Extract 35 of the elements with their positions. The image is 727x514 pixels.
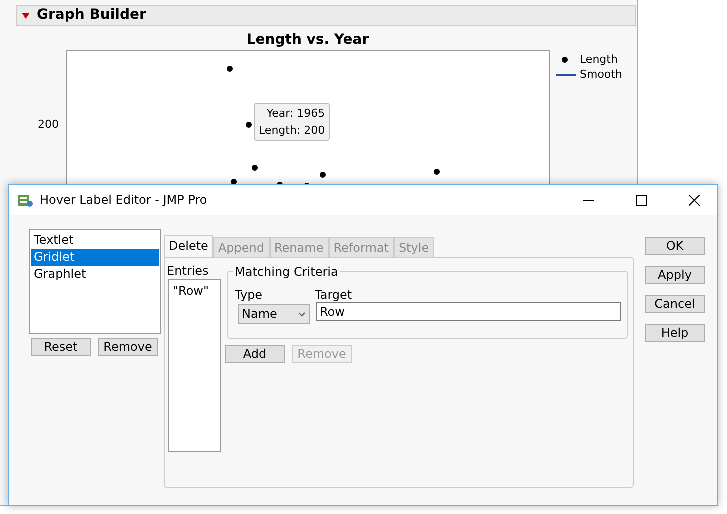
help-button[interactable]: Help (645, 324, 705, 342)
field-label: Target (315, 287, 352, 304)
dropdown-value: Name (242, 306, 278, 323)
type-dropdown[interactable]: Name (238, 304, 310, 324)
tooltip-text: Year: 1965 (266, 106, 326, 122)
reset-button[interactable]: Reset (31, 338, 91, 356)
data-point (434, 169, 440, 175)
legend-label: Smooth (580, 67, 622, 82)
tooltip-text: Length: 200 (259, 123, 326, 139)
window-title: Hover Label Editor - JMP Pro (40, 192, 208, 209)
cancel-button[interactable]: Cancel (645, 295, 705, 313)
data-point (252, 165, 258, 171)
list-item[interactable]: Textlet (31, 232, 159, 249)
list-item[interactable]: Gridlet (31, 249, 159, 266)
remove-button[interactable]: Remove (98, 338, 158, 356)
list-item[interactable]: "Row" (173, 282, 216, 300)
data-point (246, 122, 252, 128)
list-item[interactable]: Graphlet (31, 266, 159, 283)
add-button[interactable]: Add (225, 345, 285, 363)
target-field[interactable]: Row (316, 302, 621, 321)
apply-button[interactable]: Apply (645, 266, 705, 284)
disclosure-icon[interactable] (22, 12, 30, 18)
tab[interactable]: Delete (164, 235, 214, 258)
line-icon (556, 74, 576, 76)
axis-tick-label: 200 (38, 117, 59, 133)
chart-title: Length vs. Year (246, 31, 370, 50)
data-point (227, 66, 233, 72)
marker-icon (562, 56, 568, 62)
field-label: Entries (167, 263, 209, 280)
ok-button[interactable]: OK (645, 237, 705, 255)
data-point (320, 172, 326, 178)
field-label: Type (235, 287, 263, 304)
section-title: Graph Builder (37, 6, 146, 25)
caret-icon (298, 312, 306, 316)
legend-label: Length (580, 52, 618, 67)
